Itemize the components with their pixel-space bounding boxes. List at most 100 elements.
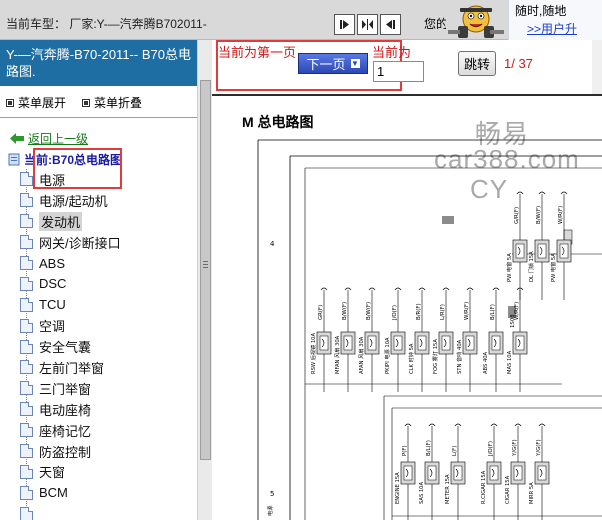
wire-label: L/R(F) (440, 304, 446, 320)
next-page-button[interactable]: 下一页 ▼ (298, 53, 368, 74)
fuse-terminal (454, 423, 462, 427)
tree-item[interactable]: 电源/起动机 (20, 190, 196, 211)
forward-icon[interactable] (334, 14, 355, 35)
back-icon[interactable] (380, 14, 401, 35)
tree-item[interactable]: 网关/诊断接口 (20, 232, 196, 253)
tree-item-label: 左前门举窗 (39, 360, 105, 376)
wire-label: Y/G(F) (512, 439, 518, 457)
document-icon (20, 276, 33, 291)
user-upgrade-link[interactable]: >>用户升 (527, 20, 577, 37)
document-icon (20, 381, 33, 396)
side-number: 5 (270, 490, 274, 498)
document-icon (20, 506, 33, 520)
fuse-terminal (368, 287, 376, 291)
tree-item[interactable]: 三门举窗 (20, 378, 196, 399)
fuse-terminal (560, 191, 568, 195)
fuse-label: RSW 后视镜 10A (309, 333, 317, 374)
document-icon (20, 423, 33, 438)
left-scrollbar[interactable] (197, 40, 212, 520)
expand-icon[interactable] (6, 98, 14, 107)
fuse-terminal (442, 287, 450, 291)
wire-label: B/W(F) (536, 206, 542, 224)
tree-item-label: TCU (39, 297, 66, 313)
right-scroll-edge (592, 40, 602, 94)
tree-item-label: 发动机 (39, 211, 83, 231)
tree-item-label: 天窗 (39, 465, 66, 481)
fuse-label: MIRR 5A (529, 482, 535, 504)
scroll-thumb[interactable] (200, 80, 211, 460)
car-model-label: 当前车型： 厂家:Y-—汽奔腾B702011- (6, 17, 207, 31)
document-icon (20, 193, 33, 208)
fuse-label: METER 15A (445, 474, 451, 504)
fuse-label: FOG 雾灯 15A (431, 339, 439, 374)
back-arrow-icon (10, 133, 24, 144)
tree-item-label: 网关/诊断接口 (39, 235, 121, 251)
main-area: 当前为第一页 下一页 ▼ 当前为 跳转 1/ 37 M 总电路图 畅易 car3… (212, 40, 602, 520)
tree-item[interactable]: 防盗控制 (20, 441, 196, 462)
tree-item[interactable]: ABS (20, 253, 196, 274)
top-bar: 当前车型： 厂家:Y-—汽奔腾B702011- 您的 随时,随地 >>用户升 (0, 0, 602, 40)
side-number: 4 (270, 240, 275, 248)
page-number-input[interactable] (373, 61, 424, 82)
tree-item[interactable]: 电动座椅 (20, 399, 196, 420)
back-link[interactable]: 返回上一级 (28, 130, 88, 147)
tree-root-icon (8, 153, 20, 166)
document-icon (20, 360, 33, 375)
wire-label: B/W(F) (342, 302, 348, 320)
jump-button[interactable]: 跳转 (458, 51, 496, 76)
wire-label: B/L(F) (426, 440, 432, 456)
wire-label: J/O(F) (488, 441, 494, 457)
fuse-terminal (394, 287, 402, 291)
tree-item[interactable]: 座椅记忆 (20, 420, 196, 441)
wire-label: L(F) (452, 446, 458, 456)
tree-item[interactable] (20, 503, 196, 520)
fuse-label: STN 音响 40A (455, 339, 463, 374)
tree-item[interactable]: 左前门举窗 (20, 357, 196, 378)
document-icon (20, 214, 33, 229)
fuse-terminal (320, 287, 328, 291)
tree-item[interactable]: 发动机 (20, 211, 196, 232)
document-icon (20, 339, 33, 354)
back-row: 返回上一级 (10, 130, 88, 147)
document-icon (20, 464, 33, 479)
fuse-label: SAS 10A (419, 482, 425, 504)
page-toolbar: 当前为第一页 下一页 ▼ 当前为 跳转 1/ 37 (212, 40, 602, 94)
document-icon (20, 235, 33, 250)
arrow-down-icon: ▼ (350, 59, 360, 68)
tree-item[interactable]: 天窗 (20, 461, 196, 482)
document-icon (20, 444, 33, 459)
menu-collapse-button[interactable]: 菜单折叠 (94, 94, 142, 111)
split-view-icon[interactable] (357, 14, 378, 35)
menu-expand-button[interactable]: 菜单展开 (18, 94, 66, 111)
fuse-terminal (428, 423, 436, 427)
wire-label: B/R(F) (416, 303, 422, 320)
tree-item[interactable]: TCU (20, 294, 196, 315)
tree-item[interactable]: DSC (20, 273, 196, 294)
tree-item-label: 电动座椅 (39, 402, 92, 418)
tree-item[interactable]: 安全气囊 (20, 336, 196, 357)
tree-item-label: 防盗控制 (39, 444, 92, 460)
tree-list: 电源 电源/起动机 发动机 网关/诊断接口 ABS DSC TCU 空调 安全气囊 左前门举窗 三门… (20, 169, 196, 520)
wire-label: Y/G(F) (536, 439, 542, 457)
tree-item[interactable]: 空调 (20, 315, 196, 336)
document-icon (20, 297, 33, 312)
tree-item[interactable]: BCM (20, 482, 196, 503)
connector-label: 1S08 (510, 314, 516, 328)
fuse-label: PKIPI 电源 10A (383, 337, 391, 374)
collapse-icon[interactable] (82, 98, 91, 107)
wire-label: W/R(F) (464, 302, 470, 320)
tree-item-label: 座椅记忆 (39, 423, 92, 439)
promo-text: 随时,随地 (515, 4, 567, 18)
document-icon (20, 256, 33, 270)
fuse-label: AFAN 风扇 30A (357, 336, 365, 374)
promo-banner: 随时,随地 >>用户升 (508, 0, 602, 40)
current-page-label: 当前为 (372, 45, 412, 60)
wire-label: P(F) (402, 445, 408, 456)
wire-label: G/R(F) (514, 207, 520, 224)
tree-item-label: 电源/起动机 (39, 193, 108, 209)
wire-label: B/W(F) (366, 302, 372, 320)
fuse-terminal (538, 191, 546, 195)
page-counter: 1/ 37 (504, 56, 533, 71)
fuse-terminal (514, 423, 522, 427)
fuse-label: ABS 40A (483, 351, 489, 374)
